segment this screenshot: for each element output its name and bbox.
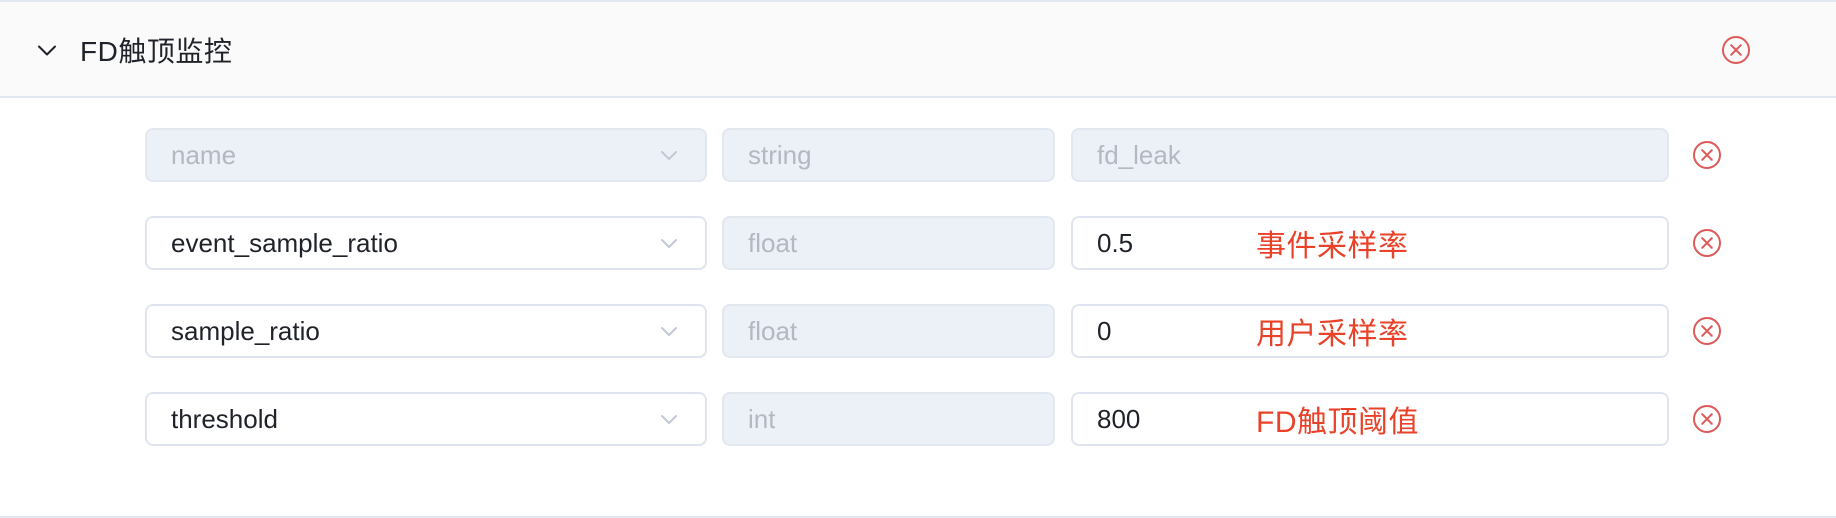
param-value-text: 0.5 xyxy=(1097,227,1134,258)
param-type-input[interactable]: string xyxy=(722,128,1055,182)
table-row: sample_ratio float 0 用户采样率 xyxy=(0,304,1836,392)
remove-row-button[interactable] xyxy=(1691,392,1723,446)
param-value-text: 0 xyxy=(1097,315,1112,346)
table-row: name string fd_leak xyxy=(0,128,1836,216)
circle-close-icon xyxy=(1693,405,1721,433)
param-type-value: float xyxy=(748,315,798,346)
param-type-value: float xyxy=(748,227,798,258)
param-name-value: name xyxy=(171,139,237,170)
param-type-input[interactable]: int xyxy=(722,392,1055,446)
param-value-text: 800 xyxy=(1097,403,1141,434)
row-annotation: 事件采样率 xyxy=(1256,230,1409,263)
param-name-select[interactable]: threshold xyxy=(145,392,707,446)
circle-close-icon xyxy=(1722,36,1750,64)
circle-close-icon xyxy=(1693,141,1721,169)
param-name-select[interactable]: name xyxy=(145,128,707,182)
param-rows: name string fd_leak event_sample_ratio f… xyxy=(0,98,1836,480)
param-name-value: event_sample_ratio xyxy=(171,227,398,258)
collapse-toggle-button[interactable] xyxy=(30,2,64,98)
circle-close-icon xyxy=(1693,317,1721,345)
chevron-down-icon xyxy=(38,45,56,56)
param-value-input[interactable]: 0 用户采样率 xyxy=(1071,304,1669,358)
circle-close-icon xyxy=(1693,229,1721,257)
param-value-text: fd_leak xyxy=(1097,139,1181,170)
param-group-panel: FD触顶监控 name string fd_leak event_sample_… xyxy=(0,0,1836,518)
chevron-down-icon xyxy=(657,319,681,343)
param-name-select[interactable]: event_sample_ratio xyxy=(145,216,707,270)
param-type-input[interactable]: float xyxy=(722,304,1055,358)
param-type-input[interactable]: float xyxy=(722,216,1055,270)
param-value-input[interactable]: 0.5 事件采样率 xyxy=(1071,216,1669,270)
param-value-input[interactable]: 800 FD触顶阈值 xyxy=(1071,392,1669,446)
table-row: event_sample_ratio float 0.5 事件采样率 xyxy=(0,216,1836,304)
row-annotation: 用户采样率 xyxy=(1256,318,1409,351)
panel-title: FD触顶监控 xyxy=(80,36,233,67)
remove-row-button[interactable] xyxy=(1691,128,1723,182)
panel-header: FD触顶监控 xyxy=(0,2,1836,98)
param-name-select[interactable]: sample_ratio xyxy=(145,304,707,358)
remove-group-button[interactable] xyxy=(1720,2,1752,98)
param-name-value: sample_ratio xyxy=(171,315,320,346)
chevron-down-icon xyxy=(657,407,681,431)
row-annotation: FD触顶阈值 xyxy=(1256,406,1419,439)
chevron-down-icon xyxy=(657,231,681,255)
chevron-down-icon xyxy=(657,143,681,167)
param-type-value: string xyxy=(748,139,812,170)
param-type-value: int xyxy=(748,403,776,434)
remove-row-button[interactable] xyxy=(1691,216,1723,270)
remove-row-button[interactable] xyxy=(1691,304,1723,358)
param-name-value: threshold xyxy=(171,403,278,434)
table-row: threshold int 800 FD触顶阈值 xyxy=(0,392,1836,480)
param-value-input[interactable]: fd_leak xyxy=(1071,128,1669,182)
